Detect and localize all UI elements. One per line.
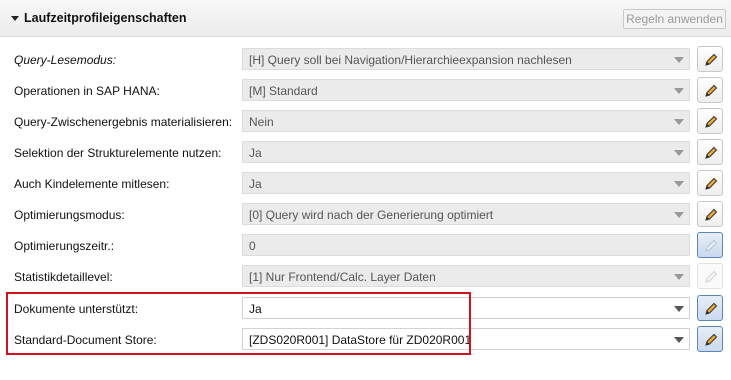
pencil-icon <box>705 53 718 66</box>
edit-button[interactable] <box>697 232 723 258</box>
optimization-mode-select[interactable]: [0] Query wird nach der Generierung opti… <box>242 203 690 225</box>
input-value: 0 <box>249 239 256 253</box>
edit-button[interactable] <box>697 139 723 165</box>
pencil-icon <box>705 208 718 221</box>
panel-title: Laufzeitprofileigenschaften <box>24 11 187 25</box>
read-children-select[interactable]: Ja <box>242 172 690 194</box>
pencil-icon <box>705 115 718 128</box>
chevron-down-icon <box>674 57 684 63</box>
chevron-down-icon <box>674 119 684 125</box>
chevron-down-icon <box>674 150 684 156</box>
property-label: Query-Zwischenergebnis materialisieren: <box>14 115 233 129</box>
property-label: Optimierungszeitr.: <box>14 239 115 253</box>
pencil-icon <box>705 239 718 252</box>
property-label: Query-Lesemodus: <box>14 53 117 67</box>
chevron-down-icon <box>674 274 684 280</box>
apply-rules-button[interactable]: Regeln anwenden <box>623 9 726 29</box>
chevron-down-icon <box>674 88 684 94</box>
select-value: Ja <box>249 177 262 191</box>
pencil-icon <box>705 333 718 346</box>
property-label: Auch Kindelemente mitlesen: <box>14 177 170 191</box>
statistics-level-select[interactable]: [1] Nur Frontend/Calc. Layer Daten <box>242 265 690 287</box>
property-row-optimization-time: Optimierungszeitr.: 0 <box>0 231 731 262</box>
panel-header: Laufzeitprofileigenschaften Regeln anwen… <box>0 0 731 37</box>
property-label: Optimierungsmodus: <box>14 208 125 222</box>
property-row-query-read-mode: Query-Lesemodus: [H] Query soll bei Navi… <box>0 45 731 76</box>
edit-button[interactable] <box>697 326 723 352</box>
triangle-down-icon[interactable] <box>11 16 19 21</box>
chevron-down-icon <box>674 337 684 343</box>
select-value: [1] Nur Frontend/Calc. Layer Daten <box>249 270 436 284</box>
property-row-hana-operations: Operationen in SAP HANA: [M] Standard <box>0 76 731 107</box>
property-label: Selektion der Strukturelemente nutzen: <box>14 146 222 160</box>
property-row-read-children: Auch Kindelemente mitlesen: Ja <box>0 169 731 200</box>
chevron-down-icon <box>674 212 684 218</box>
edit-button[interactable] <box>697 170 723 196</box>
pencil-icon <box>705 84 718 97</box>
edit-button[interactable] <box>697 108 723 134</box>
optimization-time-input[interactable]: 0 <box>242 234 690 256</box>
select-value: [H] Query soll bei Navigation/Hierarchie… <box>249 53 572 67</box>
structure-selection-select[interactable]: Ja <box>242 141 690 163</box>
edit-button[interactable] <box>697 295 723 321</box>
pencil-icon <box>705 270 718 283</box>
chevron-down-icon <box>674 306 684 312</box>
select-value: [0] Query wird nach der Generierung opti… <box>249 208 494 222</box>
pencil-icon <box>705 302 718 315</box>
select-value: Nein <box>249 115 274 129</box>
property-row-structure-selection: Selektion der Strukturelemente nutzen: J… <box>0 138 731 169</box>
pencil-icon <box>705 177 718 190</box>
property-label: Statistikdetaillevel: <box>14 270 113 284</box>
select-value: [M] Standard <box>249 84 318 98</box>
query-read-mode-select[interactable]: [H] Query soll bei Navigation/Hierarchie… <box>242 48 690 70</box>
property-label: Operationen in SAP HANA: <box>14 84 160 98</box>
highlight-box <box>6 292 471 355</box>
materialize-intermediate-select[interactable]: Nein <box>242 110 690 132</box>
property-row-statistics-level: Statistikdetaillevel: [1] Nur Frontend/C… <box>0 262 731 293</box>
select-value: Ja <box>249 146 262 160</box>
edit-button[interactable] <box>697 263 723 289</box>
pencil-icon <box>705 146 718 159</box>
chevron-down-icon <box>674 181 684 187</box>
edit-button[interactable] <box>697 46 723 72</box>
edit-button[interactable] <box>697 77 723 103</box>
hana-operations-select[interactable]: [M] Standard <box>242 79 690 101</box>
property-row-optimization-mode: Optimierungsmodus: [0] Query wird nach d… <box>0 200 731 231</box>
edit-button[interactable] <box>697 201 723 227</box>
property-row-materialize-intermediate: Query-Zwischenergebnis materialisieren: … <box>0 107 731 138</box>
